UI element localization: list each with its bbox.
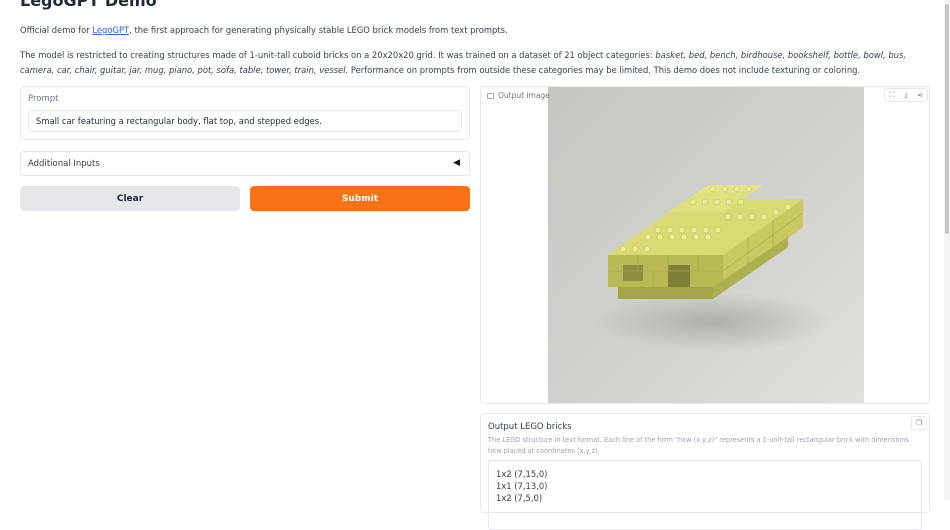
prompt-label: Prompt xyxy=(28,94,59,104)
legogpt-link[interactable]: LegoGPT xyxy=(92,25,129,35)
page-scrollbar[interactable] xyxy=(944,0,950,500)
output-render xyxy=(548,87,864,403)
image-toolbar: ⛶ ⤓ ⋖ xyxy=(884,88,928,102)
intro-text: Official demo for LegoGPT, the first app… xyxy=(20,24,930,36)
description-text: The model is restricted to creating stru… xyxy=(20,48,935,78)
intro-suffix: , the first approach for generating phys… xyxy=(129,25,508,35)
intro-prefix: Official demo for xyxy=(20,25,93,35)
prompt-panel: Prompt xyxy=(20,86,470,140)
download-icon[interactable]: ⤓ xyxy=(899,89,913,101)
accordion-label: Additional Inputs xyxy=(28,159,100,169)
output-image-label: Output image xyxy=(484,89,553,102)
output-bricks-info: The LEGO structure in text format. Each … xyxy=(488,436,909,455)
collapse-arrow-icon[interactable]: ◀ xyxy=(453,158,460,168)
brick-line: 1x2 (7,5,0) xyxy=(496,493,543,503)
brick-line: 1x2 (7,15,0) xyxy=(496,469,548,479)
share-icon[interactable]: ⋖ xyxy=(913,89,927,101)
additional-inputs-accordion[interactable]: Additional Inputs ◀ xyxy=(20,151,470,176)
prompt-input[interactable] xyxy=(28,110,462,132)
clear-button[interactable]: Clear xyxy=(20,186,240,211)
description-before: The model is restricted to creating stru… xyxy=(20,50,656,60)
page-title: LegoGPT Demo xyxy=(20,0,157,10)
copy-icon[interactable]: ❐ xyxy=(911,416,927,430)
brick-line: 1x1 (7,13,0) xyxy=(496,481,548,491)
submit-button[interactable]: Submit xyxy=(250,186,470,211)
output-image-label-text: Output image xyxy=(498,91,550,100)
output-image-panel: Output image ⛶ ⤓ ⋖ xyxy=(480,86,930,404)
description-after: Performance on prompts from outside thes… xyxy=(348,65,861,75)
scroll-thumb[interactable] xyxy=(945,4,949,234)
output-bricks-panel: Output LEGO bricks ❐ The LEGO structure … xyxy=(480,413,930,530)
fullscreen-icon[interactable]: ⛶ xyxy=(885,89,899,101)
lego-car-render xyxy=(548,87,864,403)
output-bricks-textbox[interactable]: 1x2 (7,15,0) 1x1 (7,13,0) 1x2 (7,5,0) xyxy=(488,460,922,530)
image-icon xyxy=(487,92,494,99)
output-bricks-label: Output LEGO bricks xyxy=(488,422,572,432)
